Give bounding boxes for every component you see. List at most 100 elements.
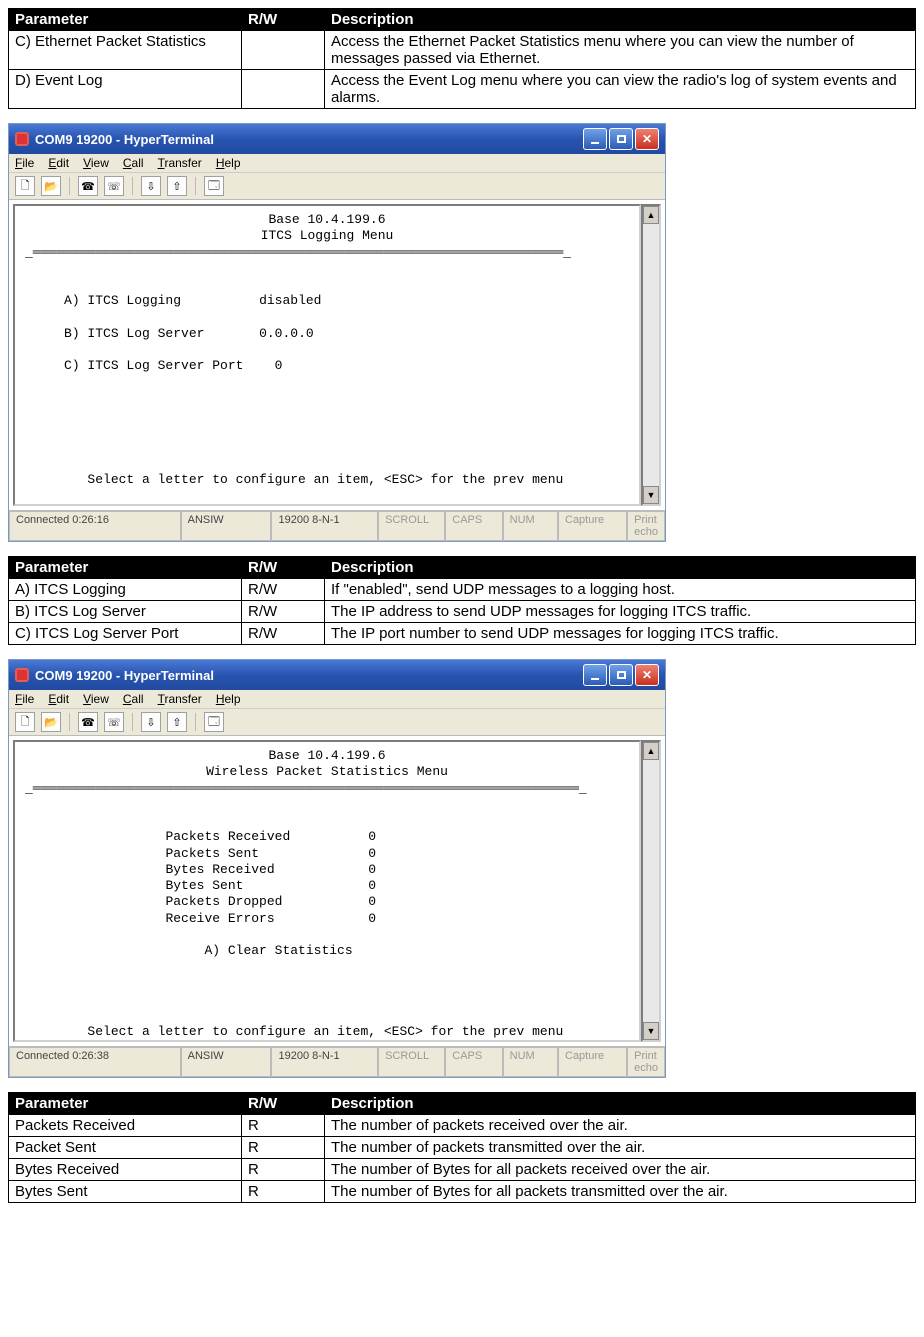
table-row: A) ITCS Logging R/W If "enabled", send U… xyxy=(9,579,916,601)
stat-row: Packets Received 0 xyxy=(165,829,376,844)
param-table-2: Parameter R/W Description A) ITCS Loggin… xyxy=(8,556,916,645)
table-row: Packet Sent R The number of packets tran… xyxy=(9,1137,916,1159)
disconnect-icon[interactable]: ☏ xyxy=(104,176,124,196)
table-row: B) ITCS Log Server R/W The IP address to… xyxy=(9,601,916,623)
send-icon[interactable]: ⇩ xyxy=(141,176,161,196)
term-hr: _═══════════════════════════════════════… xyxy=(25,781,629,797)
term-item-b: B) ITCS Log Server 0.0.0.0 xyxy=(64,326,314,341)
th-param: Parameter xyxy=(9,557,242,579)
send-icon[interactable]: ⇩ xyxy=(141,712,161,732)
th-param: Parameter xyxy=(9,1093,242,1115)
cell-desc: The IP port number to send UDP messages … xyxy=(325,623,916,645)
cell-param: Packet Sent xyxy=(9,1137,242,1159)
terminal-output[interactable]: Base 10.4.199.6 ITCS Logging Menu_══════… xyxy=(13,204,641,506)
th-desc: Description xyxy=(325,1093,916,1115)
new-icon[interactable]: 🗋 xyxy=(15,176,35,196)
menu-call[interactable]: Call xyxy=(123,156,144,170)
table-row: C) Ethernet Packet Statistics Access the… xyxy=(9,31,916,70)
table-row: D) Event Log Access the Event Log menu w… xyxy=(9,70,916,109)
cell-rw: R/W xyxy=(242,601,325,623)
th-param: Parameter xyxy=(9,9,242,31)
menu-transfer[interactable]: Transfer xyxy=(158,156,202,170)
cell-desc: The number of packets transmitted over t… xyxy=(325,1137,916,1159)
status-caps: CAPS xyxy=(445,511,502,541)
menu-view[interactable]: View xyxy=(83,692,109,706)
term-option: A) Clear Statistics xyxy=(204,943,352,958)
properties-icon[interactable]: 🗔 xyxy=(204,712,224,732)
term-header1: Base 10.4.199.6 xyxy=(268,748,385,763)
cell-param: Bytes Received xyxy=(9,1159,242,1181)
statusbar: Connected 0:26:38 ANSIW 19200 8-N-1 SCRO… xyxy=(9,1046,665,1077)
status-scroll: SCROLL xyxy=(378,1047,445,1077)
close-button[interactable] xyxy=(635,128,659,150)
menubar: File Edit View Call Transfer Help xyxy=(9,154,665,173)
terminal-output[interactable]: Base 10.4.199.6 Wireless Packet Statisti… xyxy=(13,740,641,1042)
maximize-button[interactable] xyxy=(609,664,633,686)
stat-row: Bytes Sent 0 xyxy=(165,878,376,893)
cell-desc: Access the Event Log menu where you can … xyxy=(325,70,916,109)
status-capture: Capture xyxy=(558,1047,627,1077)
titlebar[interactable]: COM9 19200 - HyperTerminal xyxy=(9,660,665,690)
receive-icon[interactable]: ⇧ xyxy=(167,176,187,196)
open-icon[interactable]: 📂 xyxy=(41,176,61,196)
receive-icon[interactable]: ⇧ xyxy=(167,712,187,732)
scrollbar[interactable]: ▲ ▼ xyxy=(641,740,661,1042)
table-row: Bytes Sent R The number of Bytes for all… xyxy=(9,1181,916,1203)
close-button[interactable] xyxy=(635,664,659,686)
status-caps: CAPS xyxy=(445,1047,502,1077)
cell-param: D) Event Log xyxy=(9,70,242,109)
term-footer: Select a letter to configure an item, <E… xyxy=(87,472,563,487)
cell-rw: R xyxy=(242,1115,325,1137)
separator xyxy=(195,177,196,195)
disconnect-icon[interactable]: ☏ xyxy=(104,712,124,732)
connect-icon[interactable]: ☎ xyxy=(78,712,98,732)
status-num: NUM xyxy=(503,511,558,541)
scroll-down-icon[interactable]: ▼ xyxy=(643,486,659,504)
th-rw: R/W xyxy=(242,557,325,579)
th-rw: R/W xyxy=(242,1093,325,1115)
status-echo: Print echo xyxy=(627,1047,665,1077)
scroll-up-icon[interactable]: ▲ xyxy=(643,206,659,224)
open-icon[interactable]: 📂 xyxy=(41,712,61,732)
table-row: Packets Received R The number of packets… xyxy=(9,1115,916,1137)
cell-param: A) ITCS Logging xyxy=(9,579,242,601)
menu-call[interactable]: Call xyxy=(123,692,144,706)
menu-edit[interactable]: Edit xyxy=(48,156,69,170)
minimize-button[interactable] xyxy=(583,664,607,686)
stat-row: Bytes Received 0 xyxy=(165,862,376,877)
toolbar: 🗋 📂 ☎ ☏ ⇩ ⇧ 🗔 xyxy=(9,709,665,736)
menu-help[interactable]: Help xyxy=(216,692,241,706)
stat-row: Packets Dropped 0 xyxy=(165,894,376,909)
stat-row: Receive Errors 0 xyxy=(165,911,376,926)
cell-desc: The IP address to send UDP messages for … xyxy=(325,601,916,623)
connect-icon[interactable]: ☎ xyxy=(78,176,98,196)
titlebar[interactable]: COM9 19200 - HyperTerminal xyxy=(9,124,665,154)
th-desc: Description xyxy=(325,557,916,579)
cell-desc: The number of Bytes for all packets tran… xyxy=(325,1181,916,1203)
separator xyxy=(195,713,196,731)
separator xyxy=(132,713,133,731)
menu-file[interactable]: File xyxy=(15,156,34,170)
cell-param: B) ITCS Log Server xyxy=(9,601,242,623)
cell-param: Packets Received xyxy=(9,1115,242,1137)
status-scroll: SCROLL xyxy=(378,511,445,541)
scrollbar[interactable]: ▲ ▼ xyxy=(641,204,661,506)
menu-file[interactable]: File xyxy=(15,692,34,706)
table-row: C) ITCS Log Server Port R/W The IP port … xyxy=(9,623,916,645)
menu-help[interactable]: Help xyxy=(216,156,241,170)
term-header1: Base 10.4.199.6 xyxy=(268,212,385,227)
menu-edit[interactable]: Edit xyxy=(48,692,69,706)
term-hr: _═══════════════════════════════════════… xyxy=(25,245,629,261)
new-icon[interactable]: 🗋 xyxy=(15,712,35,732)
scroll-up-icon[interactable]: ▲ xyxy=(643,742,659,760)
menubar: File Edit View Call Transfer Help xyxy=(9,690,665,709)
cell-desc: Access the Ethernet Packet Statistics me… xyxy=(325,31,916,70)
properties-icon[interactable]: 🗔 xyxy=(204,176,224,196)
menu-transfer[interactable]: Transfer xyxy=(158,692,202,706)
menu-view[interactable]: View xyxy=(83,156,109,170)
scroll-down-icon[interactable]: ▼ xyxy=(643,1022,659,1040)
cell-rw: R xyxy=(242,1159,325,1181)
cell-rw: R xyxy=(242,1181,325,1203)
maximize-button[interactable] xyxy=(609,128,633,150)
minimize-button[interactable] xyxy=(583,128,607,150)
